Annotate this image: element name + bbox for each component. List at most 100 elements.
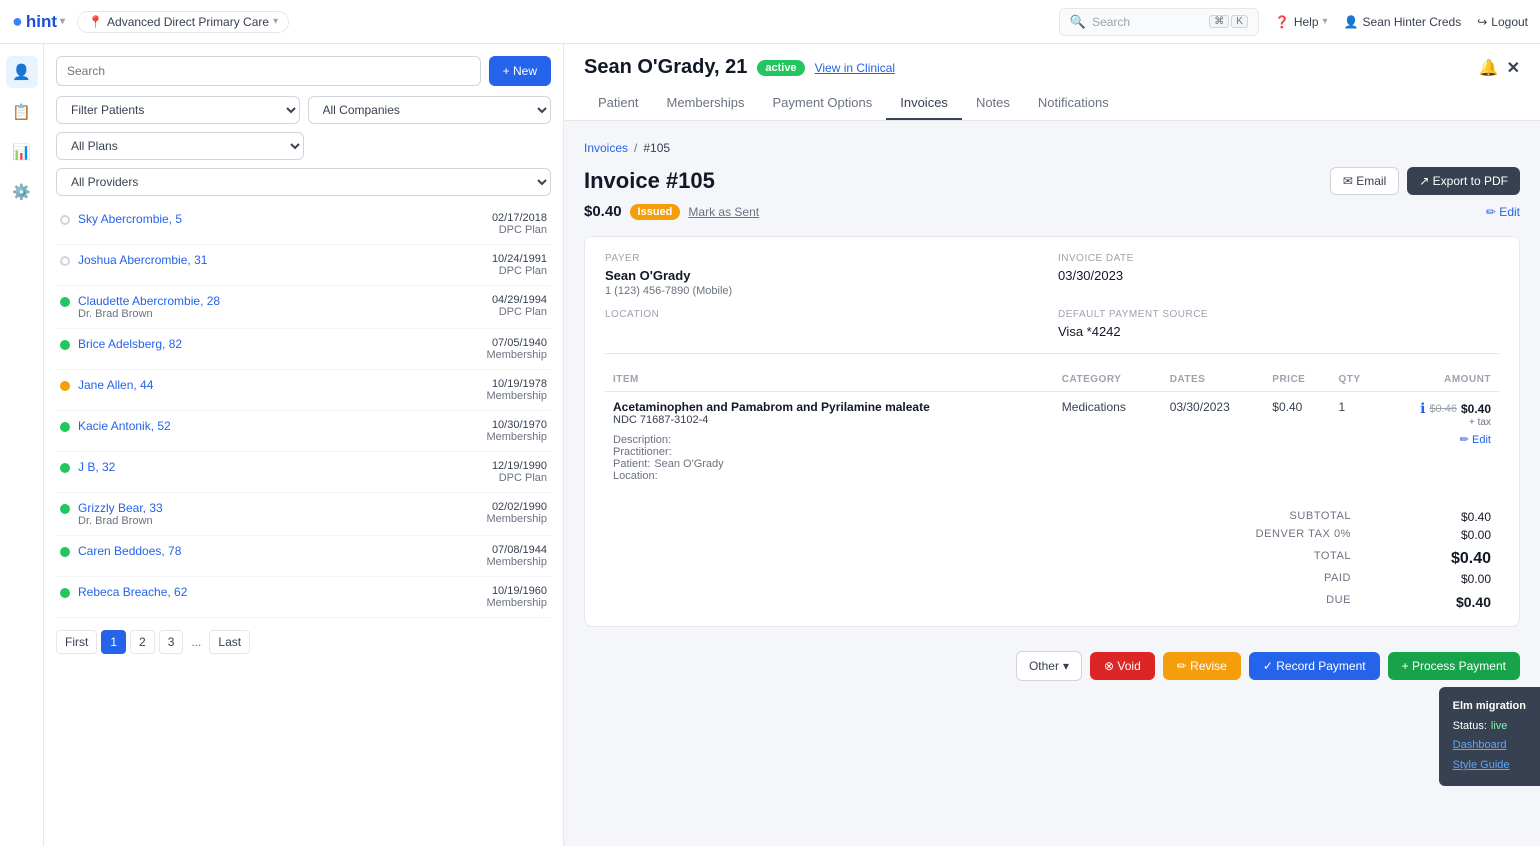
tab-notes[interactable]: Notes (962, 87, 1024, 120)
invoice-info-card: PAYER Sean O'Grady 1 (123) 456-7890 (Mob… (584, 236, 1520, 627)
location-label: LOCATION (605, 309, 1046, 320)
logout-button[interactable]: ↪ Logout (1477, 15, 1528, 29)
patient-status-dot (60, 340, 70, 350)
patient-plan: DPC Plan (492, 265, 547, 277)
total-value: $0.40 (1431, 550, 1491, 568)
totals-section: SUBTOTAL $0.40 DENVER TAX 0% $0.00 TOTAL… (605, 510, 1499, 610)
patient-name: Caren Beddoes, 78 (78, 544, 486, 558)
patient-plan: DPC Plan (492, 306, 547, 318)
patient-list: Sky Abercrombie, 5 02/17/2018 DPC Plan J… (56, 204, 551, 618)
list-item[interactable]: Sky Abercrombie, 5 02/17/2018 DPC Plan (56, 204, 551, 245)
new-patient-button[interactable]: + New (489, 56, 551, 86)
patient-name: J B, 32 (78, 460, 492, 474)
filter-patients-select[interactable]: Filter Patients (56, 96, 300, 124)
notification-button[interactable]: 🔔 (1479, 58, 1499, 78)
pagination-first[interactable]: First (56, 630, 97, 654)
revise-button[interactable]: ✏ Revise (1163, 652, 1241, 680)
col-amount: AMOUNT (1382, 368, 1499, 392)
invoice-edit-link[interactable]: ✏ Edit (1486, 205, 1520, 219)
close-button[interactable]: ✕ (1507, 58, 1520, 78)
list-item[interactable]: Kacie Antonik, 52 10/30/1970 Membership (56, 411, 551, 452)
list-item[interactable]: J B, 32 12/19/1990 DPC Plan (56, 452, 551, 493)
line-item-original-amount: $0.46 (1429, 403, 1457, 415)
all-companies-select[interactable]: All Companies (308, 96, 552, 124)
line-item-edit-link[interactable]: ✏ Edit (1460, 434, 1491, 446)
record-payment-button[interactable]: ✓ Record Payment (1249, 652, 1380, 680)
all-providers-select[interactable]: All Providers (56, 168, 551, 196)
breadcrumb-separator: / (634, 141, 637, 155)
patient-date: 10/30/1970 (486, 419, 547, 431)
export-pdf-button[interactable]: ↗ Export to PDF (1407, 167, 1520, 195)
tab-payment-options[interactable]: Payment Options (759, 87, 887, 120)
tab-patient[interactable]: Patient (584, 87, 652, 120)
sidebar: 👤 📋 📊 ⚙️ (0, 44, 44, 846)
other-button[interactable]: Other ▾ (1016, 651, 1082, 681)
invoice-title: Invoice #105 (584, 168, 715, 194)
tab-notifications[interactable]: Notifications (1024, 87, 1123, 120)
content-panel: Sean O'Grady, 21 active View in Clinical… (564, 44, 1540, 846)
process-payment-button[interactable]: + Process Payment (1388, 652, 1520, 680)
patient-date: 07/05/1940 (486, 337, 547, 349)
patient-date: 10/19/1960 (486, 585, 547, 597)
patient-search-input[interactable] (56, 56, 481, 86)
patient-plan: Membership (486, 431, 547, 443)
due-label: DUE (1191, 594, 1351, 610)
list-item[interactable]: Claudette Abercrombie, 28 Dr. Brad Brown… (56, 286, 551, 329)
patient-name: Grizzly Bear, 33 (78, 501, 486, 515)
migration-dashboard-link[interactable]: Dashboard (1453, 736, 1526, 756)
patient-status-dot (60, 256, 70, 266)
list-item[interactable]: Joshua Abercrombie, 31 10/24/1991 DPC Pl… (56, 245, 551, 286)
view-clinical-link[interactable]: View in Clinical (815, 61, 895, 75)
help-chevron-icon: ▾ (1323, 16, 1328, 27)
email-button[interactable]: ✉ Email (1330, 167, 1399, 195)
sidebar-item-analytics[interactable]: 📊 (6, 136, 38, 168)
patient-status-dot (60, 588, 70, 598)
patient-date: 04/29/1994 (492, 294, 547, 306)
sidebar-item-patients[interactable]: 👤 (6, 56, 38, 88)
mark-as-sent-link[interactable]: Mark as Sent (688, 205, 759, 219)
sidebar-item-settings[interactable]: ⚙️ (6, 176, 38, 208)
tax-value: $0.00 (1431, 528, 1491, 542)
tax-label: DENVER TAX 0% (1191, 528, 1351, 542)
patient-status-dot (60, 297, 70, 307)
patient-name: Claudette Abercrombie, 28 (78, 294, 492, 308)
void-button[interactable]: ⊗ Void (1090, 652, 1155, 680)
list-item[interactable]: Brice Adelsberg, 82 07/05/1940 Membershi… (56, 329, 551, 370)
breadcrumb-invoice-id: #105 (643, 141, 670, 155)
pagination-page-3[interactable]: 3 (159, 630, 184, 654)
migration-popup: Elm migration Status: live Dashboard Sty… (1439, 687, 1540, 786)
sidebar-item-records[interactable]: 📋 (6, 96, 38, 128)
info-icon: ℹ (1420, 400, 1425, 417)
line-item-patient-label: Patient: (613, 458, 650, 470)
help-icon: ❓ (1275, 15, 1290, 29)
tab-memberships[interactable]: Memberships (652, 87, 758, 120)
line-item-description-label: Description: (613, 434, 1046, 446)
list-item[interactable]: Caren Beddoes, 78 07/08/1944 Membership (56, 536, 551, 577)
list-item[interactable]: Jane Allen, 44 10/19/1978 Membership (56, 370, 551, 411)
tab-invoices[interactable]: Invoices (886, 87, 962, 120)
patient-plan: DPC Plan (492, 472, 547, 484)
list-item[interactable]: Rebeca Breache, 62 10/19/1960 Membership (56, 577, 551, 618)
all-plans-select[interactable]: All Plans (56, 132, 304, 160)
logo[interactable]: ● hint ▾ (12, 11, 65, 32)
help-menu[interactable]: ❓ Help ▾ (1275, 15, 1328, 29)
patient-status-dot (60, 463, 70, 473)
location-selector[interactable]: 📍 Advanced Direct Primary Care ▾ (77, 11, 289, 33)
logout-icon: ↪ (1477, 15, 1487, 29)
patient-status-dot (60, 215, 70, 225)
pagination-page-1[interactable]: 1 (101, 630, 126, 654)
patient-status-dot (60, 547, 70, 557)
pagination-last[interactable]: Last (209, 630, 250, 654)
patient-tabs: Patient Memberships Payment Options Invo… (584, 87, 1520, 120)
invoice-body: Invoices / #105 Invoice #105 ✉ Email ↗ E… (564, 121, 1540, 846)
pagination-page-2[interactable]: 2 (130, 630, 155, 654)
user-menu[interactable]: 👤 Sean Hinter Creds (1344, 15, 1462, 29)
invoice-status-badge: Issued (630, 204, 681, 220)
status-badge: active (757, 60, 804, 76)
search-box[interactable]: 🔍 Search ⌘ K (1059, 8, 1259, 36)
migration-style-guide-link[interactable]: Style Guide (1453, 756, 1526, 776)
list-item[interactable]: Grizzly Bear, 33 Dr. Brad Brown 02/02/19… (56, 493, 551, 536)
patient-status-dot (60, 422, 70, 432)
line-item-qty: 1 (1330, 392, 1381, 491)
breadcrumb-invoices[interactable]: Invoices (584, 141, 628, 155)
